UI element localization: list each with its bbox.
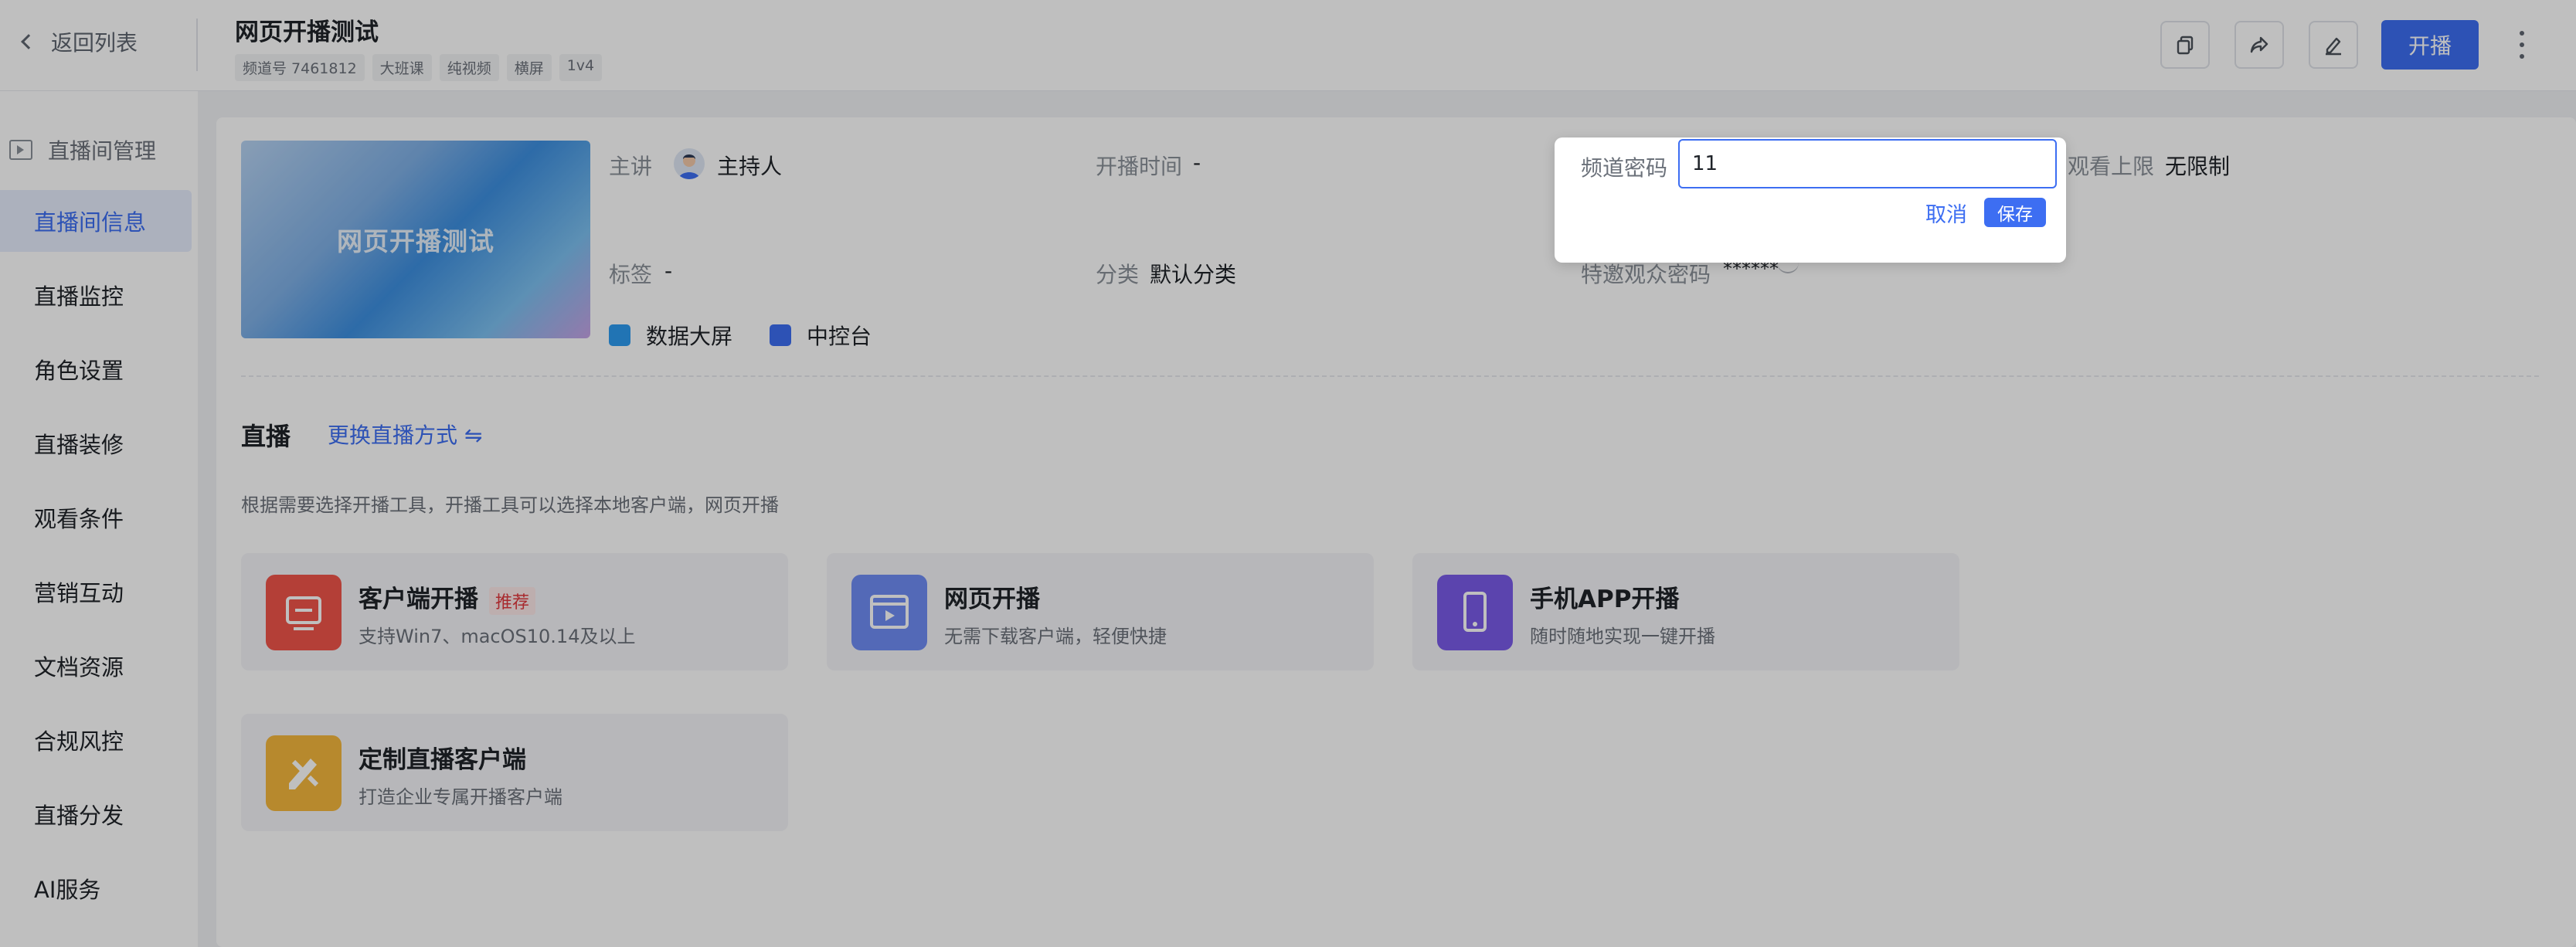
channel-password-popover: 频道密码 取消 保存 [1555,137,2066,263]
channel-password-label: 频道密码 [1581,155,1668,181]
cancel-button[interactable]: 取消 [1925,198,1967,228]
channel-password-input[interactable] [1678,139,2057,188]
save-button[interactable]: 保存 [1984,198,2046,227]
modal-overlay[interactable] [0,0,2576,947]
